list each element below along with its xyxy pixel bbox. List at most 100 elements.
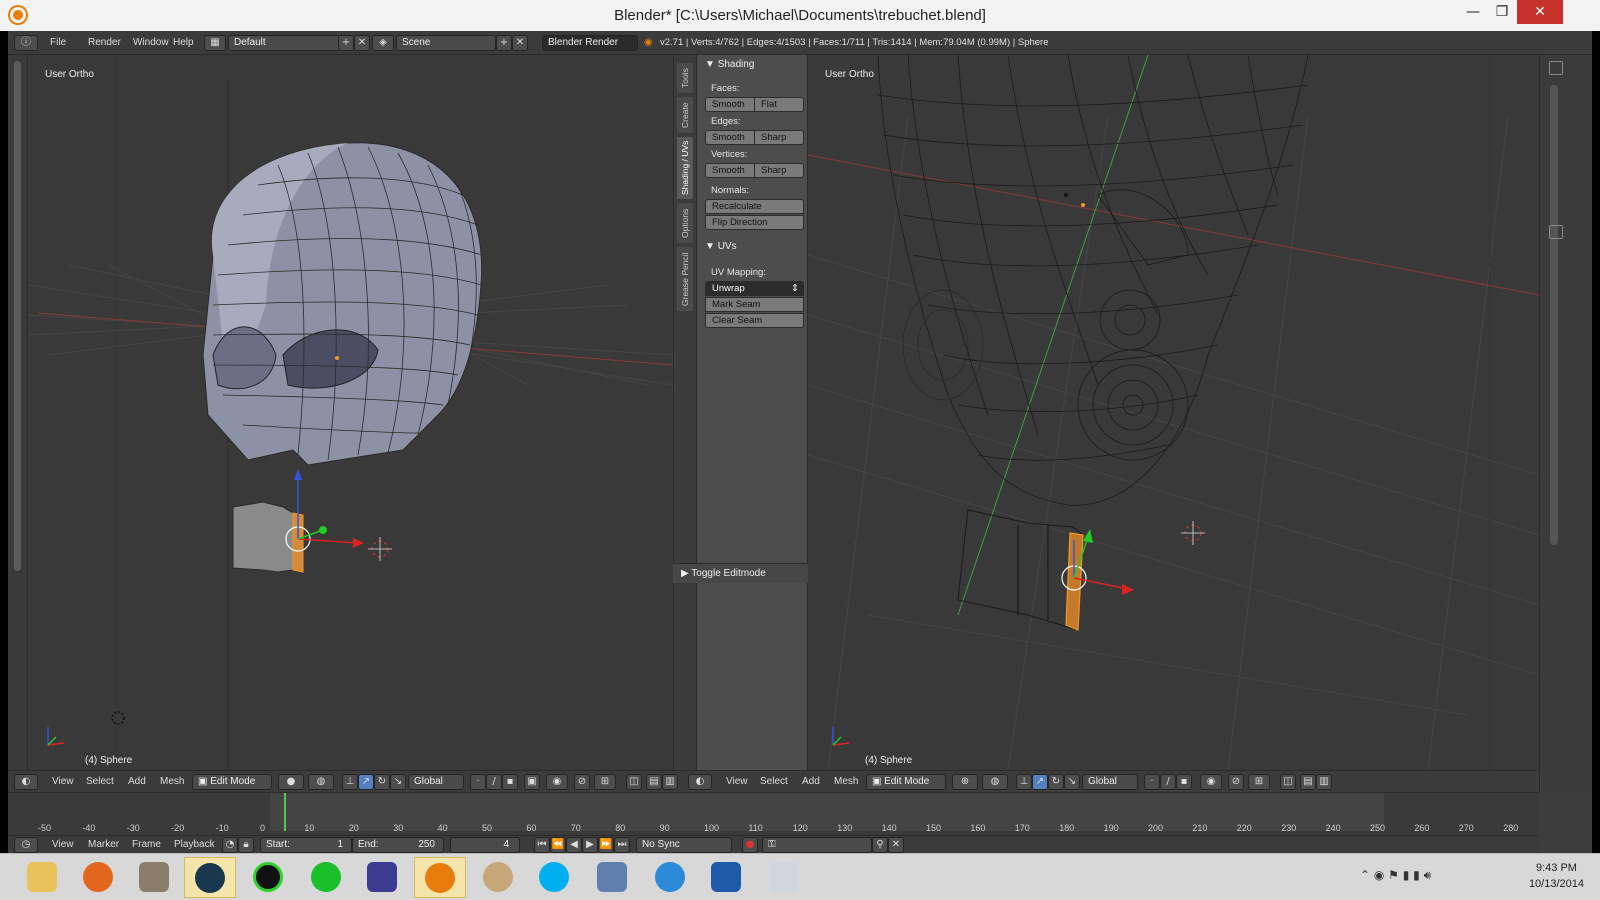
- preview-range-icon[interactable]: ◔: [222, 837, 238, 853]
- pivot-point-icon[interactable]: ◍: [982, 774, 1008, 790]
- timeline-editor[interactable]: -50 -40 -30 -20 -10 0 10 20 30 40 50 60 70 80 90 100 110…: [8, 792, 1539, 835]
- face-select-icon[interactable]: ▪: [1176, 774, 1192, 790]
- proportional-edit-icon[interactable]: ◉: [1200, 774, 1222, 790]
- menu-render[interactable]: Render: [88, 35, 121, 51]
- render-still-icon[interactable]: ◫: [1280, 774, 1296, 790]
- taskbar-pen-tool[interactable]: [700, 857, 752, 898]
- play-icon[interactable]: ▶: [582, 837, 598, 853]
- rotate-manipulator-icon[interactable]: ↻: [1048, 774, 1064, 790]
- jump-keyframe-forward-icon[interactable]: ⏩: [598, 837, 614, 853]
- close-button[interactable]: ✕: [1517, 0, 1563, 24]
- edges-sharp-button[interactable]: Sharp: [754, 130, 804, 145]
- scale-manipulator-icon[interactable]: ↘: [390, 774, 406, 790]
- add-scene-icon[interactable]: +: [496, 35, 512, 51]
- toggle-editmode-operator[interactable]: ▶ Toggle Editmode: [673, 563, 808, 583]
- snap-element-icon[interactable]: ⊞: [594, 774, 616, 790]
- flip-direction-button[interactable]: Flip Direction: [705, 215, 804, 230]
- end-frame-field[interactable]: End: 250: [352, 837, 444, 853]
- rotate-manipulator-icon[interactable]: ↻: [374, 774, 390, 790]
- menu-select[interactable]: Select: [86, 774, 114, 790]
- 3d-cursor-icon[interactable]: [368, 537, 392, 561]
- menu-add[interactable]: Add: [128, 774, 146, 790]
- tab-create[interactable]: Create: [677, 97, 693, 133]
- edge-select-icon[interactable]: /: [1160, 774, 1176, 790]
- skull-mesh[interactable]: [202, 142, 483, 466]
- system-clock[interactable]: 9:43 PM 10/13/2014: [1529, 860, 1584, 892]
- render-still-icon[interactable]: ◫: [626, 774, 642, 790]
- lamp-icon[interactable]: [111, 711, 125, 725]
- remove-scene-icon[interactable]: ✕: [512, 35, 528, 51]
- taskbar-paint[interactable]: [472, 857, 524, 898]
- snap-element-icon[interactable]: ⊞: [1248, 774, 1270, 790]
- menu-help[interactable]: Help: [173, 35, 194, 51]
- insert-keyframe-icon[interactable]: ⚲: [872, 837, 888, 853]
- viewport-left-canvas[interactable]: [8, 55, 673, 770]
- taskbar-skype-business[interactable]: [644, 857, 696, 898]
- face-select-icon[interactable]: ▪: [502, 774, 518, 790]
- taskbar-firefox[interactable]: [72, 857, 124, 898]
- vertex-select-icon[interactable]: ·: [470, 774, 486, 790]
- render-animation-icon[interactable]: ▤: [1300, 774, 1316, 790]
- clear-seam-button[interactable]: Clear Seam: [705, 313, 804, 328]
- translate-manipulator-icon[interactable]: ↗: [1032, 774, 1048, 790]
- vertex-select-icon[interactable]: ·: [1144, 774, 1160, 790]
- vertices-sharp-button[interactable]: Sharp: [754, 163, 804, 178]
- editor-type-timeline-icon[interactable]: ◷: [14, 837, 38, 853]
- opengl-render-icon[interactable]: ▥: [1316, 774, 1332, 790]
- properties-toggle-icon[interactable]: [1549, 225, 1563, 239]
- left-toolshelf-strip[interactable]: [8, 55, 28, 770]
- menu-view[interactable]: View: [52, 774, 74, 790]
- taskbar-blender[interactable]: [414, 857, 466, 898]
- menu-frame[interactable]: Frame: [132, 837, 161, 853]
- taskbar-remote-desktop[interactable]: [586, 857, 638, 898]
- orientation-select[interactable]: Global: [408, 774, 464, 790]
- viewport-shading-icon[interactable]: ⊕: [952, 774, 978, 790]
- delete-keyframe-icon[interactable]: ✕: [888, 837, 904, 853]
- snap-toggle-icon[interactable]: ⊘: [574, 774, 590, 790]
- add-screen-icon[interactable]: +: [338, 35, 354, 51]
- menu-playback[interactable]: Playback: [174, 837, 215, 853]
- taskbar-visual-studio[interactable]: [356, 857, 408, 898]
- wireframe-skull[interactable]: [877, 55, 1309, 506]
- faces-smooth-button[interactable]: Smooth: [705, 97, 755, 112]
- minimize-button[interactable]: —: [1458, 0, 1488, 24]
- edge-select-icon[interactable]: /: [486, 774, 502, 790]
- outliner-toggle-icon[interactable]: [1549, 61, 1563, 75]
- remove-screen-icon[interactable]: ✕: [354, 35, 370, 51]
- scale-manipulator-icon[interactable]: ↘: [1064, 774, 1080, 790]
- opengl-render-icon[interactable]: ▥: [662, 774, 678, 790]
- editor-type-3d-icon[interactable]: ◐: [688, 774, 712, 790]
- tab-options[interactable]: Options: [677, 203, 693, 243]
- record-keyframe-icon[interactable]: ●: [742, 837, 758, 853]
- uvs-panel-header[interactable]: ▼ UVs: [697, 237, 809, 257]
- taskbar-skype[interactable]: [528, 857, 580, 898]
- viewport-right[interactable]: User Ortho (4) Sphere: [808, 55, 1539, 770]
- menu-select[interactable]: Select: [760, 774, 788, 790]
- render-animation-icon[interactable]: ▤: [646, 774, 662, 790]
- menu-marker[interactable]: Marker: [88, 837, 119, 853]
- menu-file[interactable]: File: [50, 35, 66, 51]
- jump-start-icon[interactable]: ⏮: [534, 837, 550, 853]
- jump-keyframe-back-icon[interactable]: ⏪: [550, 837, 566, 853]
- vertices-smooth-button[interactable]: Smooth: [705, 163, 755, 178]
- maximize-button[interactable]: ❐: [1487, 0, 1517, 24]
- mode-select[interactable]: ▣ Edit Mode: [866, 774, 946, 790]
- orientation-select[interactable]: Global: [1082, 774, 1138, 790]
- taskbar-photo-viewer[interactable]: [758, 857, 810, 898]
- viewport-right-canvas[interactable]: [808, 55, 1539, 770]
- unwrap-dropdown[interactable]: Unwrap ⇕: [705, 281, 804, 296]
- editor-type-info-icon[interactable]: ⓘ: [14, 35, 38, 51]
- proportional-edit-icon[interactable]: ◉: [546, 774, 568, 790]
- taskbar-gimp[interactable]: [128, 857, 180, 898]
- screen-layout-icon[interactable]: ▦: [204, 35, 226, 51]
- play-reverse-icon[interactable]: ◀: [566, 837, 582, 853]
- taskbar-steam[interactable]: [184, 857, 236, 898]
- menu-mesh[interactable]: Mesh: [834, 774, 858, 790]
- taskbar-razer[interactable]: [242, 857, 294, 898]
- tab-shading-uvs[interactable]: Shading / UVs: [677, 137, 693, 199]
- keying-set-field[interactable]: ⚿: [762, 837, 872, 853]
- start-frame-field[interactable]: Start: 1: [260, 837, 352, 853]
- pivot-point-icon[interactable]: ◍: [308, 774, 334, 790]
- tray-icons[interactable]: ⌃ ◉ ⚑ ▮ ▮ 🔊︎: [1360, 868, 1431, 883]
- faces-flat-button[interactable]: Flat: [754, 97, 804, 112]
